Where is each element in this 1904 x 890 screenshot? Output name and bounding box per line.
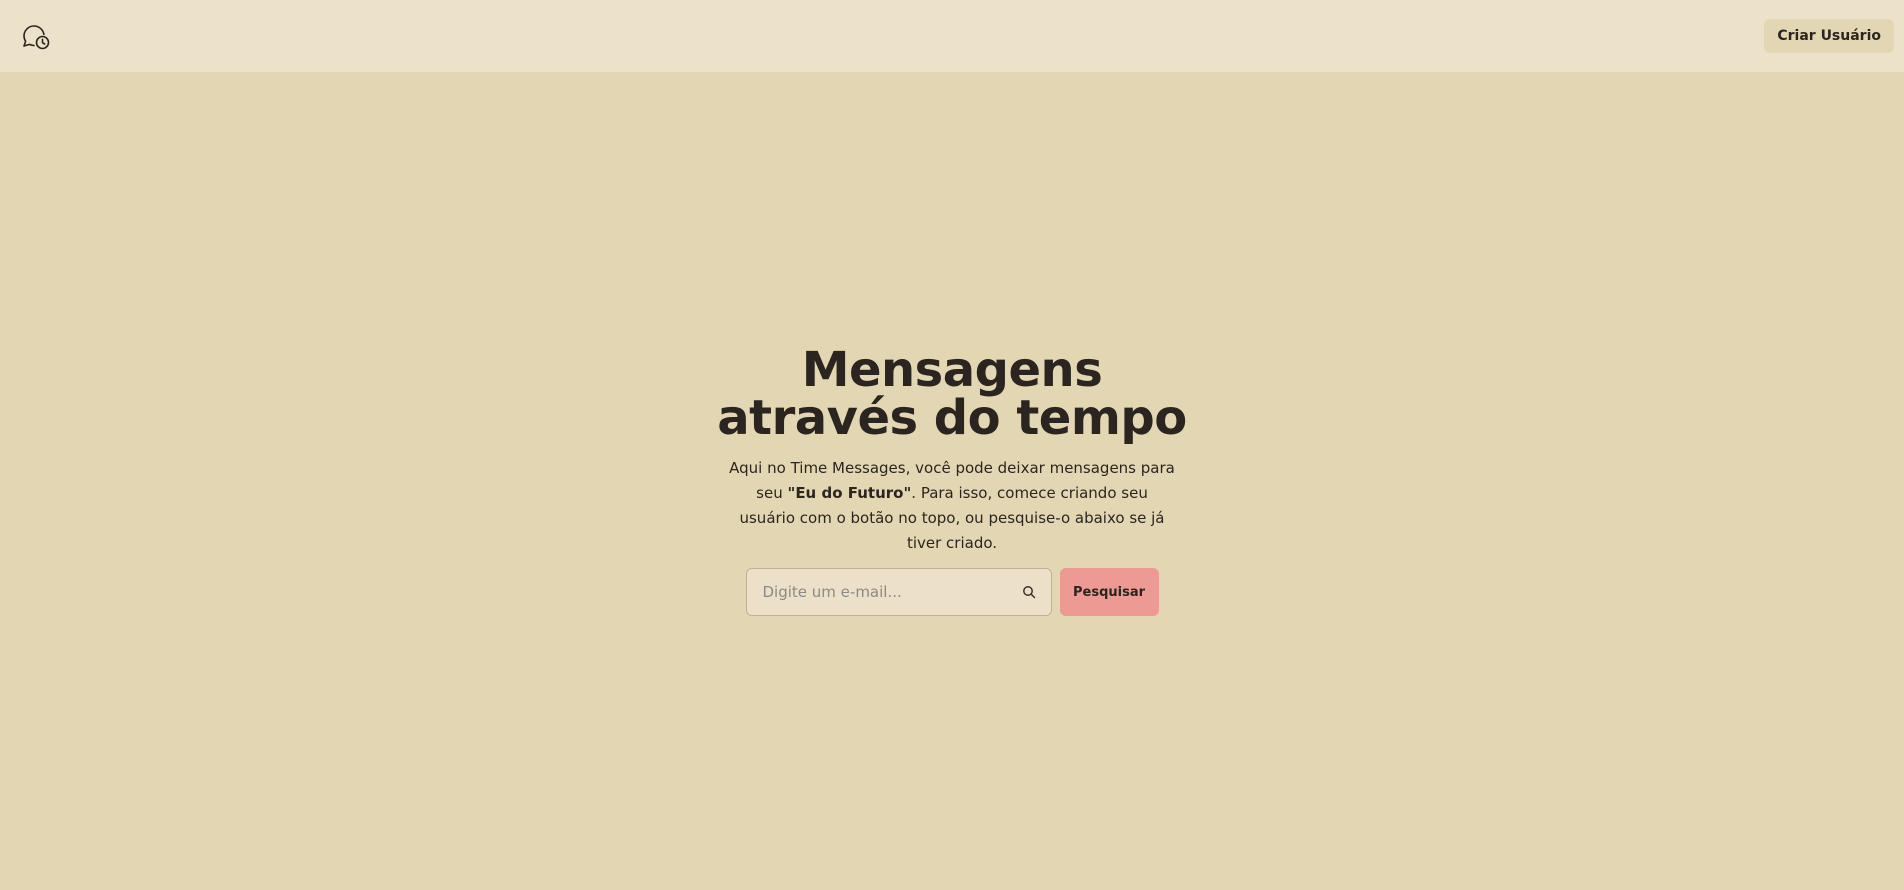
chat-clock-icon[interactable] <box>18 18 54 54</box>
search-icon <box>1022 585 1036 599</box>
top-navbar: Criar Usuário <box>0 0 1904 72</box>
email-search-input[interactable] <box>745 568 1052 616</box>
page-description: Aqui no Time Messages, você pode deixar … <box>727 456 1177 556</box>
search-field-wrapper <box>745 568 1052 616</box>
hero-section: Mensagens através do tempo Aqui no Time … <box>0 72 1904 890</box>
description-highlight: "Eu do Futuro" <box>787 484 912 502</box>
search-form: Pesquisar <box>745 568 1159 616</box>
create-user-button[interactable]: Criar Usuário <box>1764 19 1894 53</box>
search-button[interactable]: Pesquisar <box>1059 568 1159 616</box>
page-title: Mensagens através do tempo <box>717 342 1187 446</box>
